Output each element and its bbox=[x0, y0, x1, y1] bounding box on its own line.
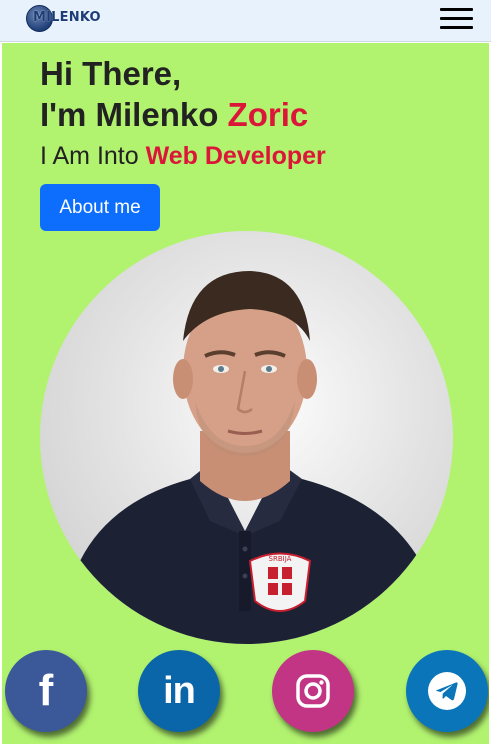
instagram-button[interactable] bbox=[272, 650, 354, 732]
linkedin-button[interactable]: in bbox=[138, 650, 220, 732]
tagline-prefix: I Am Into bbox=[40, 142, 146, 170]
about-me-button[interactable]: About me bbox=[40, 184, 160, 231]
facebook-button[interactable]: f bbox=[5, 650, 87, 732]
shirt-badge: SRBIJA bbox=[248, 552, 312, 612]
greeting-surname: Zoric bbox=[227, 96, 309, 133]
greeting-line-1: Hi There, bbox=[40, 55, 182, 92]
hero-tagline: I Am Into Web Developer bbox=[40, 142, 326, 171]
hero-heading: Hi There, I'm Milenko Zoric bbox=[40, 53, 308, 135]
hamburger-menu-icon[interactable] bbox=[440, 6, 473, 32]
navbar: MILENKO bbox=[0, 0, 491, 42]
linkedin-icon: in bbox=[163, 670, 196, 712]
instagram-icon bbox=[296, 674, 330, 708]
logo-text: MILENKO bbox=[33, 10, 101, 25]
tagline-role: Web Developer bbox=[145, 142, 326, 170]
shirt-badge-text: SRBIJA bbox=[269, 555, 292, 563]
telegram-button[interactable] bbox=[406, 650, 488, 732]
hero-section: Hi There, I'm Milenko Zoric I Am Into We… bbox=[2, 43, 489, 744]
telegram-icon bbox=[428, 672, 466, 710]
site-logo[interactable]: MILENKO bbox=[26, 4, 102, 32]
profile-photo: SRBIJA bbox=[40, 231, 453, 644]
greeting-line-2-prefix: I'm Milenko bbox=[40, 96, 228, 133]
facebook-icon: f bbox=[38, 666, 54, 715]
